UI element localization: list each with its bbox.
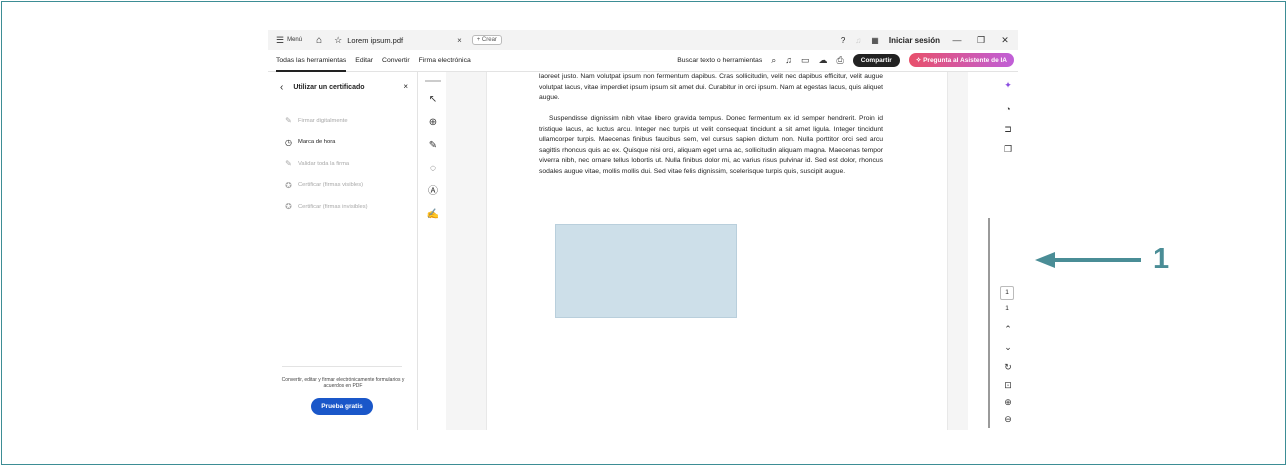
menu-button[interactable]: ☰ Menú: [276, 35, 302, 46]
tool-certify-visible[interactable]: ✪ Certificar (firmas visibles): [284, 175, 368, 197]
toolbar-grip[interactable]: [425, 80, 441, 82]
certify-visible-icon: ✪: [285, 180, 292, 190]
tool-label: Certificar (firmas invisibles): [298, 203, 368, 210]
tool-label: Certificar (firmas visibles): [298, 182, 364, 189]
menu-all-tools[interactable]: Todas las herramientas: [276, 50, 347, 72]
panel-close-button[interactable]: ×: [403, 82, 408, 91]
restore-button[interactable]: ❐: [974, 35, 988, 46]
page-total: 1: [1005, 305, 1009, 312]
pen-sign-icon: ✎: [285, 116, 292, 126]
tool-certify-invisible[interactable]: ✪ Certificar (firmas invisibles): [284, 196, 368, 218]
timestamp-icon: ◷: [285, 137, 292, 147]
star-icon[interactable]: ☆: [334, 35, 342, 46]
validate-sign-icon: ✎: [285, 159, 292, 169]
menu-label: Menú: [287, 37, 303, 43]
tool-validate-signatures[interactable]: ✎ Validar toda la firma: [284, 153, 368, 175]
certificate-tools-list: ✎ Firmar digitalmente ◷ Marca de hora ✎ …: [284, 110, 368, 218]
create-button[interactable]: + Crear: [471, 35, 502, 45]
certificate-panel: ‹ Utilizar un certificado × ✎ Firmar dig…: [268, 72, 418, 430]
help-icon[interactable]: ?: [841, 36, 845, 45]
page-number-input[interactable]: 1: [1000, 286, 1014, 300]
acrobat-window: ☰ Menú ⌂ ☆ Lorem ipsum.pdf × + Crear ? ♫…: [268, 30, 1018, 430]
document-tab[interactable]: ☆ Lorem ipsum.pdf: [334, 35, 403, 46]
zoom-in-icon[interactable]: ⊕: [1002, 397, 1014, 408]
ai-sparkle-icon: ✧: [915, 57, 924, 64]
chevron-down-icon[interactable]: ⌄: [1002, 342, 1014, 353]
upsell-text: Convertir, editar y firmar electrónicame…: [281, 377, 405, 389]
panel-header: ‹ Utilizar un certificado ×: [280, 82, 408, 93]
signin-button[interactable]: Iniciar sesión: [889, 36, 940, 45]
menu-bar: Todas las herramientas Editar Convertir …: [268, 50, 1018, 72]
ai-chat-icon[interactable]: ✦: [1002, 80, 1014, 91]
menu-bar-right: Buscar texto o herramientas ⌕ ♫ ▭ ☁ ⎙ Co…: [677, 53, 1014, 67]
read-aloud-icon[interactable]: ♫: [785, 55, 792, 65]
copy-pages-icon[interactable]: ❐: [1002, 144, 1014, 155]
tool-label: Firmar digitalmente: [298, 117, 348, 124]
share-button[interactable]: Compartir: [852, 53, 900, 67]
text-box-icon[interactable]: Ⓐ: [428, 185, 438, 199]
menu-esign[interactable]: Firma electrónica: [419, 50, 471, 72]
comment-add-icon[interactable]: ⊕: [429, 116, 437, 130]
chevron-up-icon[interactable]: ⌃: [1002, 324, 1014, 335]
sign-stamp-icon[interactable]: ✍: [427, 208, 439, 222]
ai-assistant-button[interactable]: ✧ Pregunta al Asistente de IA: [908, 53, 1014, 67]
comments-icon[interactable]: ◔: [1002, 104, 1014, 114]
print-icon[interactable]: ⎙: [837, 55, 844, 66]
tool-timestamp[interactable]: ◷ Marca de hora: [284, 132, 368, 154]
tab-close-button[interactable]: ×: [457, 36, 462, 45]
bookmark-icon[interactable]: ⊐: [1002, 124, 1014, 135]
zoom-out-icon[interactable]: ⊖: [1002, 414, 1014, 425]
main-menu: Todas las herramientas Editar Convertir …: [276, 50, 471, 72]
search-icon[interactable]: ⌕: [771, 55, 776, 66]
paragraph-2: Suspendisse dignissim nibh vitae libero …: [539, 115, 883, 175]
search-tools-label[interactable]: Buscar texto o herramientas: [677, 57, 762, 64]
callout-number: 1: [1153, 243, 1170, 275]
back-arrow-icon[interactable]: ‹: [280, 82, 283, 93]
minimize-button[interactable]: —: [950, 35, 964, 45]
callout-arrow: [1035, 252, 1141, 268]
upload-cloud-icon[interactable]: ☁: [819, 55, 828, 66]
tab-title: Lorem ipsum.pdf: [347, 35, 404, 45]
ai-assistant-label: Pregunta al Asistente de IA: [923, 57, 1007, 64]
highlight-pen-icon[interactable]: ✎: [429, 139, 437, 153]
tool-sign-digitally[interactable]: ✎ Firmar digitalmente: [284, 110, 368, 132]
select-cursor-icon[interactable]: ↖: [429, 93, 437, 107]
page-view-icon[interactable]: ▭: [801, 55, 810, 66]
certify-invisible-icon: ✪: [285, 202, 292, 212]
vertical-scrollbar[interactable]: [988, 218, 990, 428]
panel-title: Utilizar un certificado: [293, 84, 365, 91]
menu-convert[interactable]: Convertir: [382, 50, 410, 72]
apps-grid-icon[interactable]: ▦: [871, 36, 879, 45]
panel-divider: [282, 366, 402, 367]
image-placeholder: [555, 224, 737, 318]
free-trial-button[interactable]: Prueba gratis: [311, 398, 373, 415]
home-icon: ⌂: [316, 34, 323, 46]
rotate-icon[interactable]: ↻: [1002, 362, 1014, 373]
hamburger-icon: ☰: [276, 34, 285, 45]
quick-tools-toolbar: ↖ ⊕ ✎ ◌ Ⓐ ✍: [420, 72, 446, 430]
right-rail: ✦ ◔ ⊐ ❐ 1 1 ⌃ ⌄ ↻ ⊡ ⊕ ⊖: [998, 72, 1018, 430]
pdf-page: laoreet justo. Nam volutpat ipsum non fe…: [486, 72, 948, 430]
home-button[interactable]: ⌂: [316, 35, 322, 46]
paragraph-1: laoreet justo. Nam volutpat ipsum non fe…: [539, 73, 883, 101]
notification-icon[interactable]: ♫: [855, 36, 861, 45]
close-window-button[interactable]: ✕: [998, 35, 1012, 46]
tool-label: Validar toda la firma: [298, 160, 350, 167]
title-bar: ☰ Menú ⌂ ☆ Lorem ipsum.pdf × + Crear ? ♫…: [268, 30, 1018, 50]
title-bar-right: ? ♫ ▦ Iniciar sesión — ❐ ✕: [841, 30, 1012, 50]
draw-lasso-icon[interactable]: ◌: [430, 162, 436, 176]
menu-edit[interactable]: Editar: [355, 50, 373, 72]
tool-label: Marca de hora: [298, 139, 336, 146]
page-settings-icon[interactable]: ⊡: [1002, 380, 1014, 391]
